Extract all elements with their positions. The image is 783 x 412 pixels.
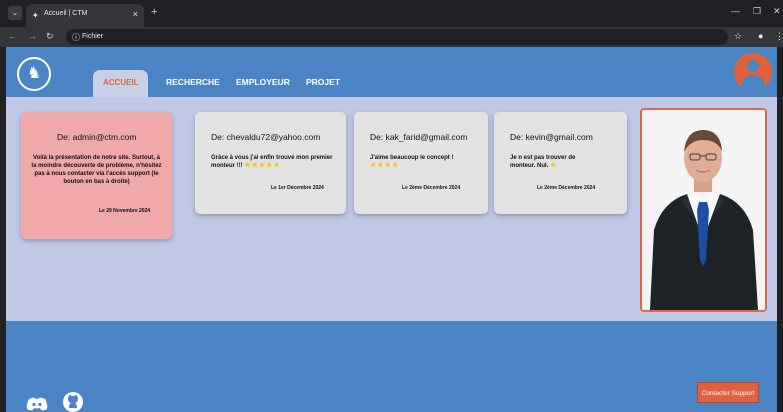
nav-tab-recherche[interactable]: RECHERCHE: [166, 77, 220, 87]
nav-tab-accueil-label: ACCUEIL: [103, 78, 139, 87]
businessman-portrait-image: [642, 110, 765, 310]
more-icon[interactable]: ⋮: [775, 31, 783, 42]
card-sender: De: admin@ctm.com: [57, 132, 137, 142]
card-sender: De: chevaldu72@yahoo.com: [211, 132, 321, 142]
portrait-photo: [640, 108, 767, 312]
card-message: Grâce à vous j'ai enfin trouvé mon premi…: [211, 155, 333, 169]
back-icon[interactable]: ←: [8, 31, 17, 41]
browser-tabstrip: ⌄ ✦ Accueil | CTM × + — ❐ ✕: [0, 0, 783, 27]
message-card-chevaldu72: De: chevaldu72@yahoo.com Grâce à vous j'…: [195, 112, 346, 214]
card-date: Le 1er Décembre 2024: [271, 185, 324, 191]
card-sender: De: kevin@gmail.com: [510, 132, 593, 142]
card-message: J'aime beaucoup le concept ! ★★★★: [370, 155, 454, 169]
profile-icon[interactable]: ●: [758, 31, 763, 41]
minimize-icon[interactable]: —: [731, 6, 740, 16]
info-icon[interactable]: ⓘ: [72, 32, 80, 43]
message-card-kak-farid: De: kak_farid@gmail.com J'aime beaucoup …: [354, 112, 488, 214]
contact-support-button[interactable]: Contacter Support: [697, 382, 759, 403]
web-page: ♞ ACCUEIL RECHERCHE EMPLOYEUR PROJET De:…: [6, 47, 777, 412]
card-message: Je n est pas trouver de monteur. Nul. ★: [510, 155, 576, 169]
card-date: Le 2ème Décembre 2024: [537, 185, 596, 191]
address-bar[interactable]: ⓘ Fichier: [66, 29, 728, 45]
card-date: Le 2ème Décembre 2024: [402, 185, 461, 191]
site-footer: Contacter Support: [6, 321, 777, 412]
message-card-kevin: De: kevin@gmail.com Je n est pas trouver…: [494, 112, 627, 214]
message-card-admin: De: admin@ctm.com Voilà la présentation …: [21, 112, 172, 239]
maximize-icon[interactable]: ❐: [753, 6, 761, 17]
star-rating-icon: ★★★★★: [244, 162, 281, 169]
browser-toolbar: ← → ↻ ⓘ Fichier ☆ ● ⋮: [0, 27, 783, 47]
forward-icon[interactable]: →: [28, 31, 37, 41]
user-avatar-icon[interactable]: [734, 53, 772, 91]
bookmark-star-icon[interactable]: ☆: [734, 31, 742, 42]
nav-tab-employeur[interactable]: EMPLOYEUR: [236, 77, 290, 87]
ctm-logo-icon[interactable]: ♞: [17, 57, 51, 91]
card-message: Voilà la présentation de notre site. Sur…: [31, 155, 162, 185]
browser-tab[interactable]: ✦ Accueil | CTM ×: [26, 4, 144, 27]
new-tab-button[interactable]: +: [151, 6, 157, 18]
tab-menu-icon[interactable]: ⌄: [8, 6, 22, 20]
main-content: De: admin@ctm.com Voilà la présentation …: [6, 97, 777, 321]
star-rating-icon: ★: [550, 162, 558, 169]
card-sender: De: kak_farid@gmail.com: [370, 132, 468, 142]
github-icon[interactable]: [62, 391, 84, 412]
nav-tab-projet[interactable]: PROJET: [306, 77, 340, 87]
close-window-icon[interactable]: ✕: [773, 6, 781, 17]
favicon-icon: ✦: [32, 11, 39, 20]
address-text: Fichier: [82, 33, 104, 40]
site-header: ♞ ACCUEIL RECHERCHE EMPLOYEUR PROJET: [6, 47, 777, 97]
discord-icon[interactable]: [26, 397, 48, 411]
star-rating-icon: ★★★★: [370, 162, 400, 169]
tab-title: Accueil | CTM: [44, 10, 88, 17]
tab-close-icon[interactable]: ×: [133, 9, 138, 19]
nav-tab-accueil[interactable]: ACCUEIL: [93, 70, 148, 97]
reload-icon[interactable]: ↻: [46, 31, 54, 42]
card-date: Le 29 Novembre 2024: [99, 208, 151, 214]
